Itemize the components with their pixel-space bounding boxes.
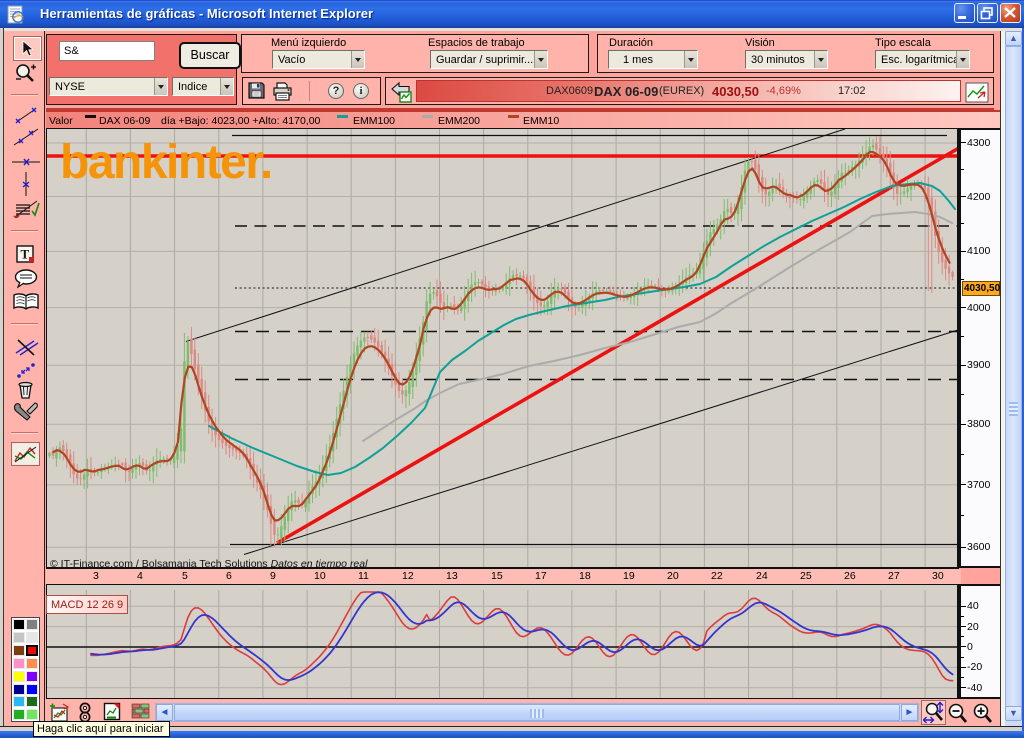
svg-text:bankinter.: bankinter. — [60, 136, 272, 189]
svg-text:T: T — [21, 247, 30, 262]
